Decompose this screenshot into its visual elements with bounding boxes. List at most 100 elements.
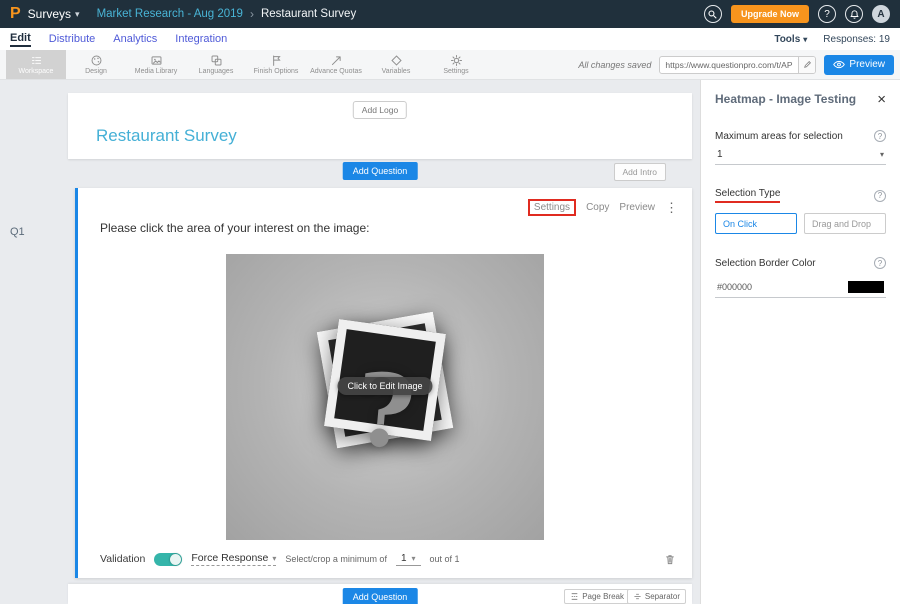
drag-and-drop-option[interactable]: Drag and Drop	[804, 213, 886, 234]
minimum-count-value: 1	[401, 553, 407, 564]
toolbar-item-finish-options[interactable]: Finish Options	[246, 50, 306, 79]
survey-url-box	[659, 56, 816, 74]
topbar-actions: Upgrade Now ? A	[704, 5, 890, 23]
page-break-button[interactable]: Page Break	[564, 589, 630, 604]
max-areas-value: 1	[717, 149, 723, 160]
nav-tab-analytics[interactable]: Analytics	[113, 33, 157, 45]
toolbar-item-label: Design	[85, 68, 107, 75]
page-break-icon	[570, 592, 579, 601]
chevron-down-icon: ▾	[803, 35, 807, 44]
help-icon[interactable]: ?	[874, 130, 886, 142]
border-color-picker[interactable]: #000000	[715, 276, 886, 298]
force-response-dropdown[interactable]: Force Response ▾	[191, 552, 276, 566]
border-color-row: Selection Border Color ?	[715, 257, 886, 269]
avatar[interactable]: A	[872, 5, 890, 23]
add-question-button[interactable]: Add Question	[343, 162, 418, 180]
search-icon	[707, 9, 718, 20]
selection-type-buttons: On Click Drag and Drop	[715, 213, 886, 234]
breadcrumb-current: Restaurant Survey	[261, 8, 356, 20]
edit-url-button[interactable]	[798, 56, 815, 74]
separator-button[interactable]: Separator	[627, 589, 686, 604]
toolbar-item-media-library[interactable]: Media Library	[126, 50, 186, 79]
workspace-icon	[30, 54, 43, 67]
panel-title: Heatmap - Image Testing	[715, 92, 856, 106]
survey-url-input[interactable]	[660, 60, 798, 70]
notifications-button[interactable]	[845, 5, 863, 23]
delete-question-button[interactable]	[664, 553, 676, 566]
click-to-edit-image-button[interactable]: Click to Edit Image	[337, 377, 432, 395]
settings-gear-icon	[450, 54, 463, 67]
add-question-button-bottom[interactable]: Add Question	[343, 588, 418, 604]
on-click-option[interactable]: On Click	[715, 213, 797, 234]
question-copy-button[interactable]: Copy	[586, 202, 609, 213]
help-button[interactable]: ?	[818, 5, 836, 23]
tools-menu[interactable]: Tools ▾	[774, 34, 807, 45]
toolbar-item-label: Variables	[382, 68, 411, 75]
eye-icon	[833, 60, 845, 69]
help-icon[interactable]: ?	[874, 257, 886, 269]
question-settings-button[interactable]: Settings	[528, 199, 576, 216]
add-question-row: Add Question Add Intro	[68, 162, 692, 180]
questionpro-app: P Surveys ▾ Market Research - Aug 2019 ›…	[0, 0, 900, 604]
max-areas-dropdown[interactable]: 1 ▾	[715, 142, 886, 165]
nav-tab-edit[interactable]: Edit	[10, 32, 31, 47]
max-areas-label: Maximum areas for selection	[715, 131, 843, 142]
border-color-label: Selection Border Color	[715, 258, 816, 269]
toggle-knob	[170, 554, 181, 565]
finish-options-icon	[270, 54, 283, 67]
survey-header-card: Add Logo Restaurant Survey	[68, 93, 692, 159]
nav-tab-integration[interactable]: Integration	[175, 33, 227, 45]
toolbar-item-languages[interactable]: Languages	[186, 50, 246, 79]
chevron-down-icon: ▾	[272, 554, 276, 563]
preview-button-label: Preview	[849, 59, 885, 70]
bottom-actions-row: Add Question Page Break Separator	[68, 588, 692, 604]
question-text[interactable]: Please click the area of your interest o…	[100, 221, 369, 235]
toolbar-item-design[interactable]: Design	[66, 50, 126, 79]
toolbar-item-label: Settings	[443, 68, 468, 75]
panel-header: Heatmap - Image Testing ×	[715, 92, 886, 107]
search-button[interactable]	[704, 5, 722, 23]
main-nav: Edit Distribute Analytics Integration To…	[0, 28, 900, 50]
question-card: Settings Copy Preview ⋮ Please click the…	[75, 188, 692, 578]
force-response-label: Force Response	[191, 552, 268, 564]
toolbar-item-workspace[interactable]: Workspace	[6, 50, 66, 79]
toolbar-item-label: Media Library	[135, 68, 177, 75]
preview-button[interactable]: Preview	[824, 55, 894, 75]
add-logo-button[interactable]: Add Logo	[353, 101, 407, 119]
minimum-count-dropdown[interactable]: 1 ▾	[396, 553, 421, 566]
toolbar-right: All changes saved Preview	[578, 50, 900, 79]
nav-tab-distribute[interactable]: Distribute	[49, 33, 95, 45]
heatmap-image-placeholder[interactable]: ? Click to Edit Image	[226, 254, 544, 540]
nav-right: Tools ▾ Responses: 19	[774, 34, 890, 45]
upgrade-now-button[interactable]: Upgrade Now	[731, 5, 809, 23]
add-intro-button[interactable]: Add Intro	[614, 163, 667, 181]
validation-label: Validation	[100, 553, 145, 565]
placeholder-question-mark: ?	[351, 350, 420, 473]
validation-toggle[interactable]	[154, 553, 182, 566]
close-icon[interactable]: ×	[877, 92, 886, 107]
question-preview-button[interactable]: Preview	[619, 202, 655, 213]
toolbar-item-label: Finish Options	[254, 68, 299, 75]
variables-icon	[390, 54, 403, 67]
tools-label: Tools	[774, 34, 800, 45]
toolbar-item-advance-quotas[interactable]: Advance Quotas	[306, 50, 366, 79]
minimum-select-suffix: out of 1	[430, 554, 460, 564]
separator-icon	[633, 592, 642, 601]
border-color-value: #000000	[717, 282, 752, 292]
separator-label: Separator	[645, 592, 680, 601]
surveys-menu[interactable]: Surveys ▾	[28, 7, 80, 21]
more-options-icon[interactable]: ⋮	[665, 201, 678, 214]
color-swatch[interactable]	[848, 281, 884, 293]
toolbar-item-label: Languages	[199, 68, 234, 75]
advance-quotas-icon	[330, 54, 343, 67]
responses-count[interactable]: Responses: 19	[823, 34, 890, 45]
questionpro-logo[interactable]: P	[10, 6, 21, 22]
toolbar-item-label: Workspace	[19, 68, 54, 75]
editor-toolbar: Workspace Design Media Library Languages…	[0, 50, 900, 80]
breadcrumb-parent[interactable]: Market Research - Aug 2019	[97, 8, 243, 20]
survey-title[interactable]: Restaurant Survey	[96, 126, 237, 146]
question-settings-panel: Heatmap - Image Testing × Maximum areas …	[700, 80, 900, 604]
help-icon[interactable]: ?	[874, 190, 886, 202]
toolbar-item-settings[interactable]: Settings	[426, 50, 486, 79]
toolbar-item-variables[interactable]: Variables	[366, 50, 426, 79]
